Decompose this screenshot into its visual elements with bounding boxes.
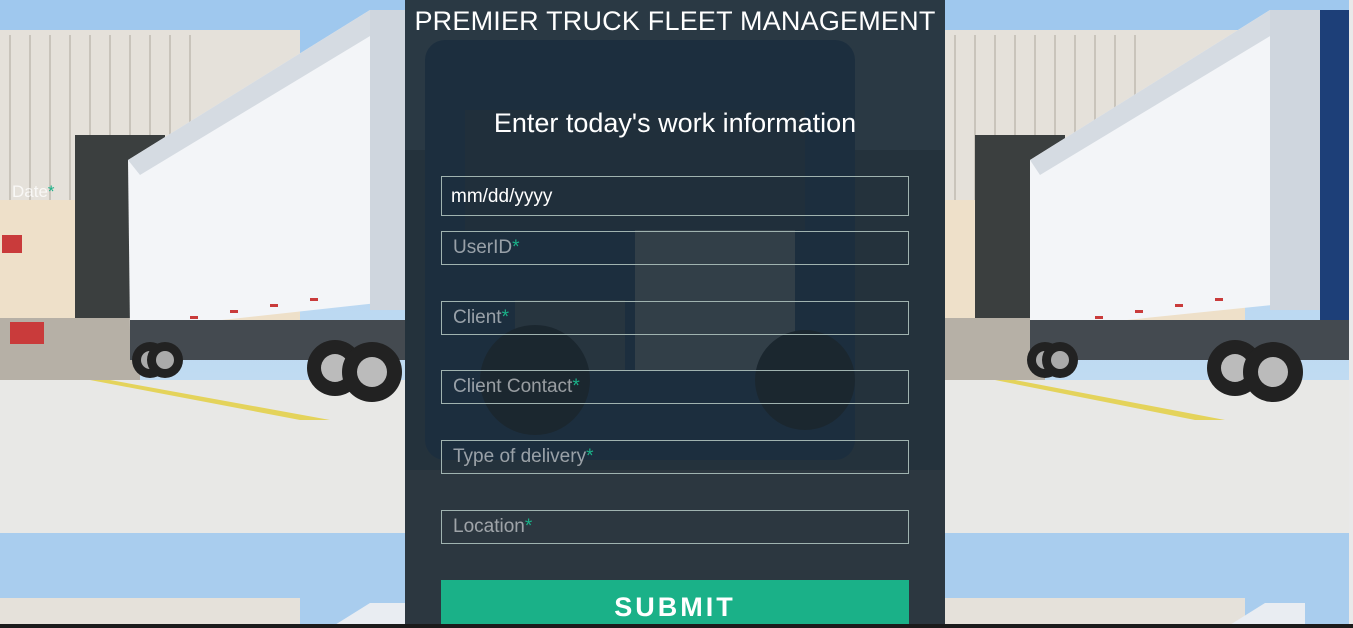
- background-date-label: Date*: [12, 182, 55, 201]
- userid-label: UserID*: [453, 237, 520, 258]
- form-panel: PREMIER TRUCK FLEET MANAGEMENT Enter tod…: [405, 0, 945, 628]
- truck-photo-left: Date*: [0, 0, 405, 533]
- truck-photo-icon: [0, 533, 405, 628]
- truck-photo-bottom-right: [945, 533, 1350, 628]
- client-input[interactable]: Client*: [441, 301, 909, 335]
- page-subtitle: Enter today's work information: [493, 108, 857, 138]
- location-label: Location*: [453, 516, 533, 537]
- submit-button[interactable]: SUBMIT: [441, 580, 909, 628]
- location-input[interactable]: Location*: [441, 510, 909, 544]
- delivery-type-input[interactable]: Type of delivery*: [441, 440, 909, 474]
- truck-photo-icon: [0, 0, 405, 533]
- userid-input[interactable]: UserID*: [441, 231, 909, 265]
- client-label: Client*: [453, 307, 509, 328]
- truck-photo-right: [945, 0, 1350, 533]
- page-title: PREMIER TRUCK FLEET MANAGEMENT: [414, 6, 936, 36]
- client-contact-input[interactable]: Client Contact*: [441, 370, 909, 404]
- window-bottom-edge: [0, 624, 1353, 628]
- truck-photo-icon: [945, 0, 1350, 533]
- client-contact-label: Client Contact*: [453, 376, 580, 397]
- delivery-type-label: Type of delivery*: [453, 446, 594, 467]
- truck-photo-bottom-left: [0, 533, 405, 628]
- date-value: mm/dd/yyyy: [451, 186, 553, 207]
- date-input[interactable]: mm/dd/yyyy: [441, 176, 909, 216]
- truck-photo-icon: [945, 533, 1350, 628]
- window-scrollbar[interactable]: [1349, 0, 1353, 628]
